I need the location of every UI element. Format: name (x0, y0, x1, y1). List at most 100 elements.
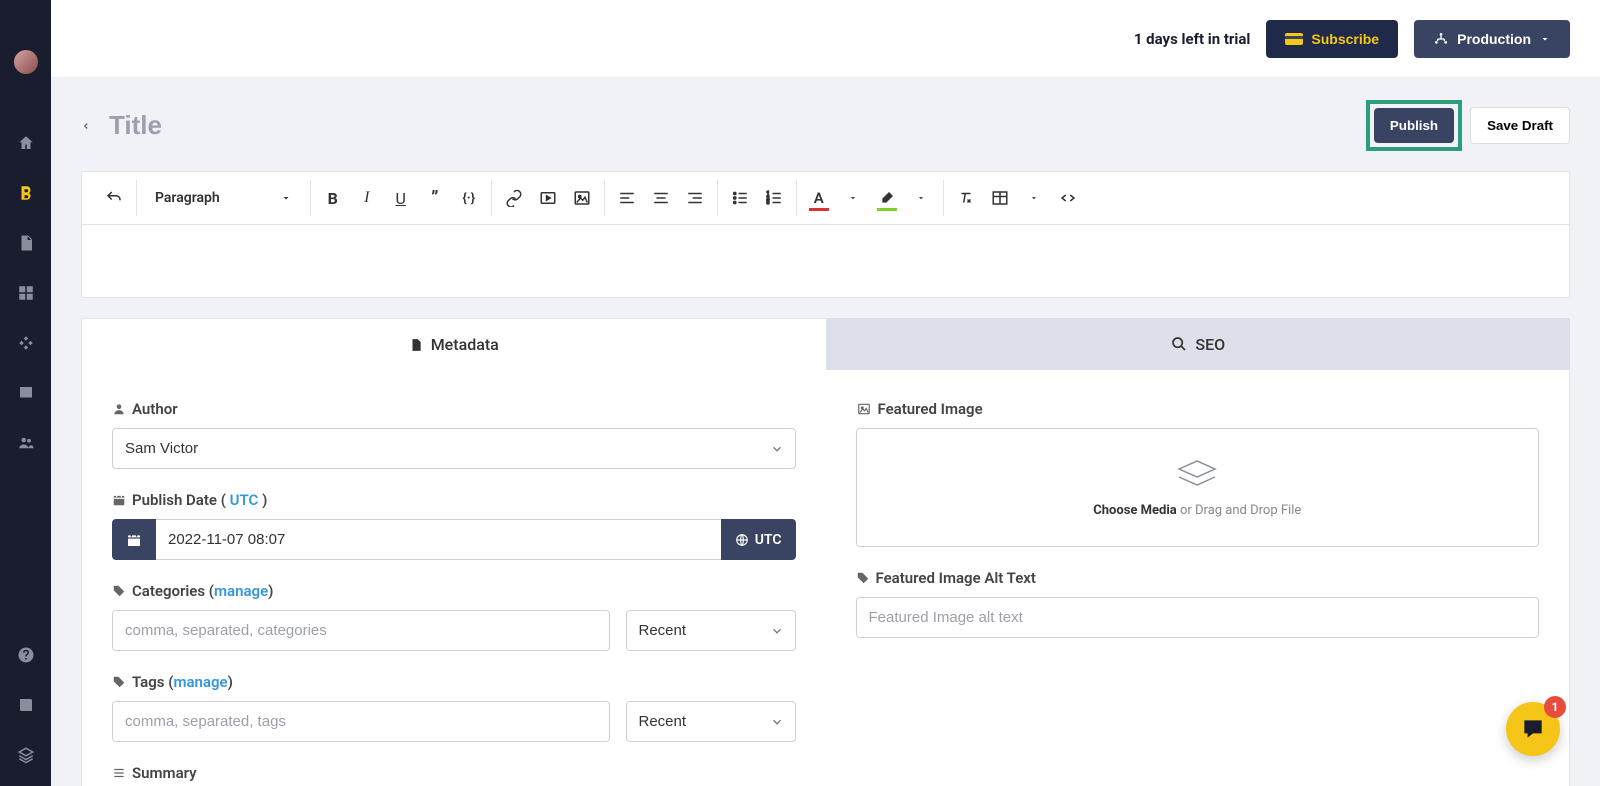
source-button[interactable] (1054, 184, 1082, 212)
date-picker-button[interactable] (112, 519, 156, 560)
categories-label: Categories ( (132, 582, 214, 600)
summary-label: Summary (132, 764, 197, 782)
back-button[interactable] (81, 118, 91, 134)
utc-button[interactable]: UTC (721, 519, 796, 560)
numbered-list-button[interactable]: 123 (760, 184, 788, 212)
form-panel: Author Sam Victor (81, 370, 1570, 786)
editor-toolbar: Paragraph B I U ” {·} (82, 172, 1569, 225)
featured-image-group: Featured Image Choose Media or Drag and … (856, 400, 1540, 547)
italic-button[interactable]: I (353, 184, 381, 212)
alt-text-label: Featured Image Alt Text (876, 569, 1036, 587)
tabs: Metadata SEO (81, 318, 1570, 370)
help-icon[interactable] (0, 636, 51, 674)
tags-manage-link[interactable]: manage (173, 673, 227, 691)
alt-text-input[interactable] (856, 597, 1540, 638)
featured-image-label: Featured Image (878, 400, 983, 418)
layers-icon[interactable] (0, 736, 51, 774)
link-button[interactable] (500, 184, 528, 212)
featured-image-dropzone[interactable]: Choose Media or Drag and Drop File (856, 428, 1540, 547)
title-input[interactable] (109, 110, 509, 141)
form-left-col: Author Sam Victor (82, 400, 826, 786)
production-button[interactable]: Production (1414, 20, 1570, 58)
highlight-chevron[interactable] (907, 184, 935, 212)
subscribe-label: Subscribe (1311, 31, 1379, 47)
editor: Paragraph B I U ” {·} (81, 171, 1570, 298)
home-icon[interactable] (0, 124, 51, 162)
brand-b-icon[interactable] (0, 174, 51, 212)
team-icon[interactable] (0, 424, 51, 462)
tab-metadata[interactable]: Metadata (81, 318, 827, 370)
tags-recent-select[interactable]: Recent (626, 701, 796, 742)
calendar-icon (112, 493, 126, 507)
table-chevron[interactable] (1020, 184, 1048, 212)
publish-date-label: Publish Date ( (132, 491, 226, 509)
grid-icon[interactable] (0, 274, 51, 312)
calendar-icon (126, 532, 142, 548)
file-icon (409, 337, 423, 353)
text-color-chevron[interactable] (839, 184, 867, 212)
chat-badge: 1 (1544, 696, 1566, 718)
align-right-button[interactable] (681, 184, 709, 212)
tag-icon (856, 571, 870, 585)
publish-highlight: Publish (1366, 100, 1462, 151)
book-icon[interactable] (0, 686, 51, 724)
tag-icon (112, 584, 126, 598)
trial-text: 1 days left in trial (1134, 30, 1251, 48)
clear-format-button[interactable] (952, 184, 980, 212)
align-center-button[interactable] (647, 184, 675, 212)
publish-button[interactable]: Publish (1374, 108, 1454, 143)
chat-button[interactable]: 1 (1506, 702, 1560, 756)
image-icon (856, 402, 872, 416)
author-group: Author Sam Victor (112, 400, 796, 469)
tag-icon (112, 675, 126, 689)
save-draft-button[interactable]: Save Draft (1470, 107, 1570, 144)
align-left-button[interactable] (613, 184, 641, 212)
categories-recent-select[interactable]: Recent (626, 610, 796, 651)
bold-button[interactable]: B (319, 184, 347, 212)
chat-icon (1520, 716, 1546, 742)
utc-link[interactable]: UTC (230, 491, 259, 509)
subscribe-button[interactable]: Subscribe (1266, 20, 1398, 58)
credit-card-icon (1285, 33, 1303, 45)
author-label: Author (132, 400, 178, 418)
underline-button[interactable]: U (387, 184, 415, 212)
tags-label: Tags ( (132, 673, 173, 691)
code-button[interactable]: {·} (455, 184, 483, 212)
text-color-button[interactable]: A (805, 184, 833, 212)
author-select[interactable]: Sam Victor (112, 428, 796, 469)
video-button[interactable] (534, 184, 562, 212)
paragraph-select[interactable]: Paragraph (145, 190, 302, 206)
production-label: Production (1457, 31, 1531, 47)
summary-group: Summary (112, 764, 796, 782)
page-icon[interactable] (0, 224, 51, 262)
bullet-list-button[interactable] (726, 184, 754, 212)
publish-date-input[interactable] (156, 519, 721, 560)
tab-seo[interactable]: SEO (827, 318, 1571, 370)
quote-button[interactable]: ” (421, 184, 449, 212)
chevron-down-icon (280, 192, 292, 204)
content-area: Publish Save Draft Paragraph (51, 78, 1600, 786)
media-icon[interactable] (0, 374, 51, 412)
svg-text:3: 3 (766, 200, 769, 206)
sidebar (0, 0, 51, 786)
main: 1 days left in trial Subscribe Productio… (51, 0, 1600, 786)
categories-manage-link[interactable]: manage (214, 582, 268, 600)
chevron-down-icon (1539, 33, 1551, 45)
table-button[interactable] (986, 184, 1014, 212)
tags-group: Tags (manage) Recent (112, 673, 796, 742)
highlight-button[interactable] (873, 184, 901, 212)
categories-input[interactable] (112, 610, 610, 651)
header-row: Publish Save Draft (51, 78, 1600, 161)
dropzone-text: Choose Media or Drag and Drop File (1093, 503, 1301, 518)
undo-button[interactable] (100, 184, 128, 212)
modules-icon[interactable] (0, 324, 51, 362)
list-icon (112, 766, 126, 780)
editor-body[interactable] (82, 225, 1569, 297)
form-right-col: Featured Image Choose Media or Drag and … (826, 400, 1570, 786)
image-button[interactable] (568, 184, 596, 212)
search-icon (1171, 336, 1187, 352)
topbar: 1 days left in trial Subscribe Productio… (51, 0, 1600, 78)
tags-input[interactable] (112, 701, 610, 742)
layers-icon (1173, 457, 1221, 491)
avatar[interactable] (14, 50, 38, 74)
